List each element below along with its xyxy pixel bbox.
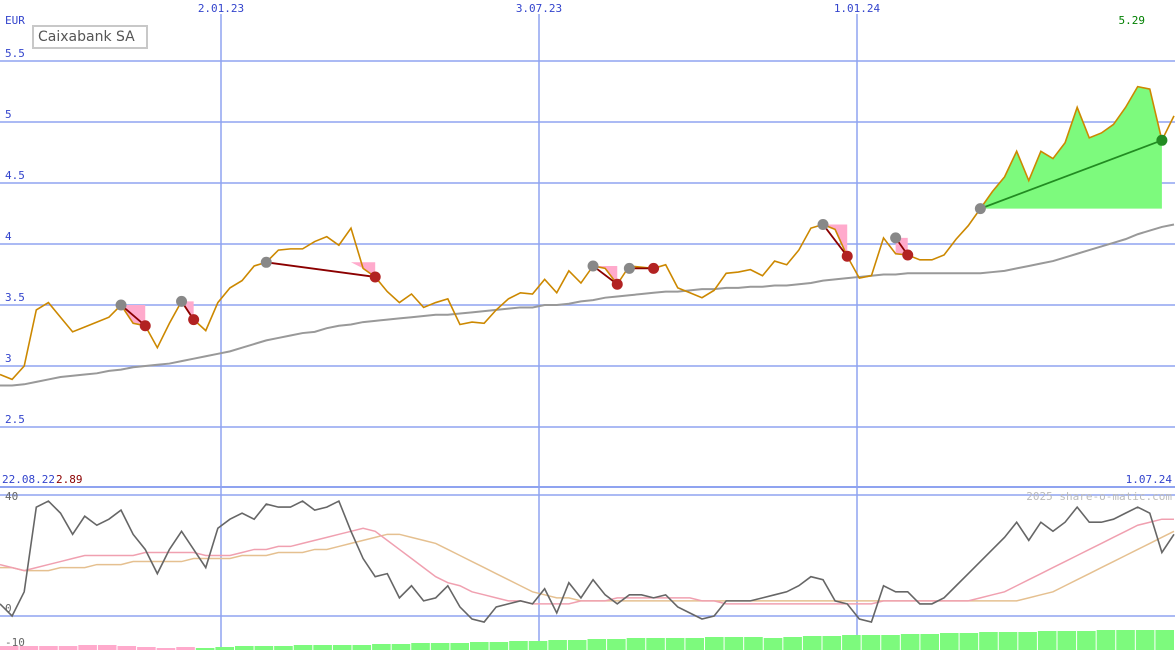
volume-bar (979, 632, 998, 650)
volume-bar (861, 635, 881, 650)
volume-bar (646, 638, 665, 650)
y-tick-label: 3.5 (5, 291, 25, 304)
volume-bar (783, 637, 802, 650)
volume-bar (1077, 631, 1096, 650)
volume-bar (998, 632, 1018, 650)
price-line (0, 85, 1175, 381)
last-value-label: 5.29 (1119, 14, 1146, 27)
volume-bar (78, 645, 97, 650)
y-tick-label: 4 (5, 230, 12, 243)
x-tick-label: 1.01.24 (834, 2, 881, 15)
signal-exit-dot (841, 250, 853, 262)
end-date-label: 1.07.24 (1126, 473, 1173, 486)
volume-bar (411, 643, 430, 650)
volume-bar (470, 642, 489, 650)
volume-bar (430, 643, 450, 650)
signal-exit-dot (1156, 134, 1168, 146)
osc-tick-label: 40 (5, 490, 18, 503)
signal-entry-dot (623, 262, 635, 274)
volume-bar (117, 646, 137, 650)
volume-bar (1135, 630, 1155, 650)
volume-bar (313, 645, 332, 650)
volume-bar (509, 641, 528, 650)
volume-bar (626, 638, 646, 650)
volume-bar (1116, 630, 1135, 650)
signal-exit-dot (902, 249, 914, 261)
volume-bar (372, 644, 391, 650)
volume-bar (900, 634, 920, 650)
volume-bar (1155, 630, 1174, 650)
volume-bar (881, 635, 900, 650)
volume-bar (39, 646, 58, 650)
volume-bar (959, 633, 979, 650)
volume-bar (489, 642, 509, 650)
chart-title: Caixabank SA (32, 25, 148, 49)
y-tick-label: 3 (5, 352, 12, 365)
volume-bar (1018, 632, 1037, 650)
volume-bar (293, 645, 313, 650)
signal-entry-dot (260, 256, 272, 268)
volume-bar (763, 638, 783, 650)
volume-bar (58, 646, 78, 650)
start-value-label: 2.89 (56, 473, 83, 486)
signal-entry-dot (115, 299, 127, 311)
signal-entry-dot (817, 218, 829, 230)
volume-bar (254, 646, 274, 650)
x-tick-label: 2.01.23 (198, 2, 244, 15)
volume-bar (332, 645, 352, 650)
volume-bar (1096, 630, 1116, 650)
volume-bar (940, 633, 959, 650)
signal-exit-dot (611, 278, 623, 290)
volume-bar (920, 634, 939, 650)
volume-bar (97, 645, 117, 650)
signal-entry-dot (974, 203, 986, 215)
volume-bar (744, 637, 763, 650)
signal-entry-dot (587, 260, 599, 272)
volume-bar (274, 646, 293, 650)
stock-chart: 2.5 3 3.5 4 4.5 5 5.5 2.01.23 3.07.23 1.01.24 EUR 5… (0, 2, 1175, 650)
signal-exit-dot (139, 320, 151, 332)
volume-bar (842, 635, 861, 650)
volume-bar (528, 641, 548, 650)
signal-entry-dot (176, 295, 188, 307)
y-tick-label: 5.5 (5, 47, 25, 60)
volume-bar (567, 640, 587, 650)
volume-bar (802, 636, 822, 650)
osc-tick-label: -10 (5, 636, 25, 649)
signal-exit-dot (369, 271, 381, 283)
volume-bar (450, 643, 469, 650)
start-date-label: 22.08.22 (2, 473, 55, 486)
volume-bar (391, 644, 411, 650)
y-tick-label: 4.5 (5, 169, 25, 182)
volume-bar (587, 639, 607, 650)
signal-exit-dot (188, 314, 200, 326)
watermark: 2025 share-o-matic.com (1026, 490, 1172, 503)
oscillator-signal-tan (0, 530, 1175, 602)
y-tick-label: 2.5 (5, 413, 25, 426)
currency-label: EUR (5, 14, 25, 27)
signal-exit-dot (648, 262, 660, 274)
volume-bar (724, 637, 744, 650)
y-tick-label: 5 (5, 108, 12, 121)
x-tick-label: 3.07.23 (516, 2, 562, 15)
volume-bar (705, 637, 724, 650)
volume-bar (665, 638, 685, 650)
volume-bar (685, 638, 704, 650)
volume-bar (548, 640, 567, 650)
volume-bar (1057, 631, 1077, 650)
volume-bar (822, 636, 842, 650)
osc-tick-label: 0 (5, 602, 12, 615)
volume-bar (1037, 631, 1057, 650)
volume-bar (235, 646, 254, 650)
volume-bar (607, 639, 626, 650)
signal-entry-dot (890, 232, 902, 244)
volume-bar (352, 645, 372, 650)
gain-area (980, 86, 1162, 209)
